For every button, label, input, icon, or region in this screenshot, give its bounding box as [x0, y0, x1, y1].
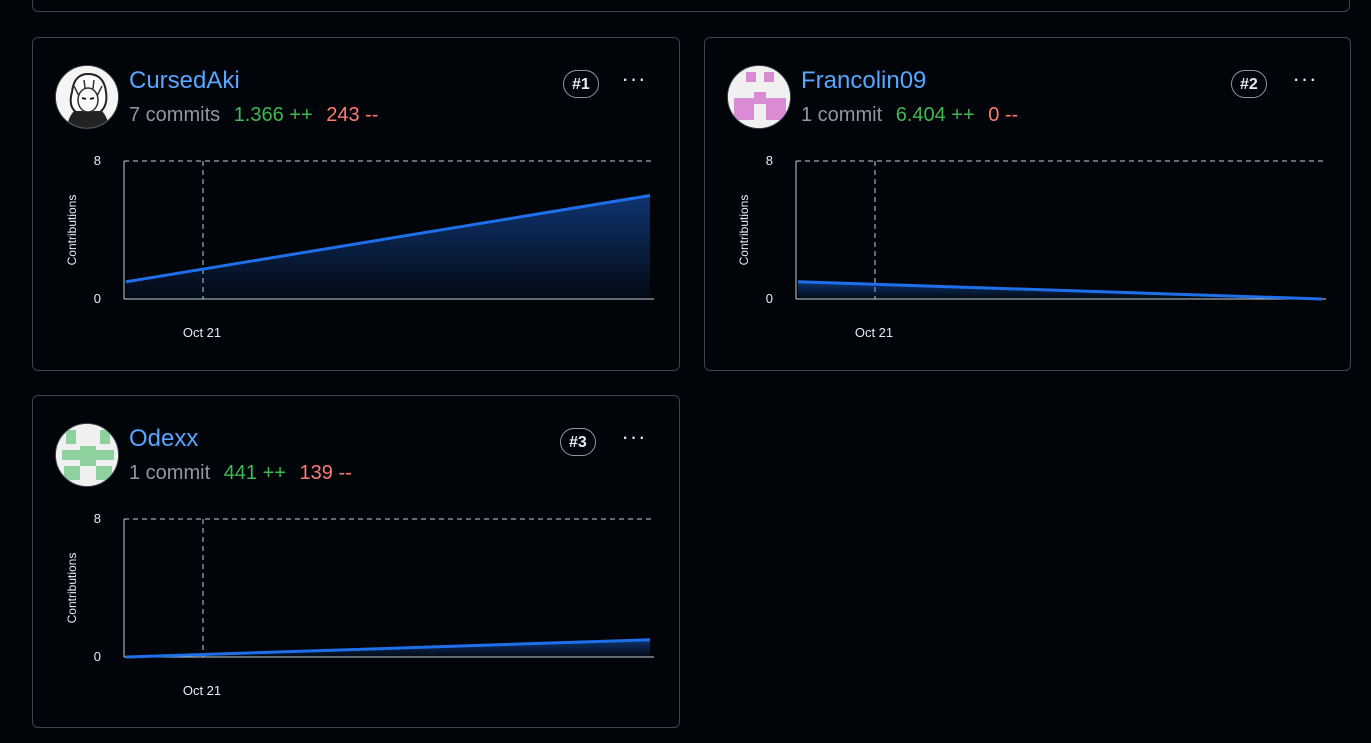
contributor-stats: 7 commits 1.366 ++ 243 --: [129, 104, 378, 127]
x-tick-label: Oct 21: [855, 325, 893, 340]
rank-badge: #1: [563, 70, 599, 98]
avatar[interactable]: [55, 65, 119, 129]
commit-count[interactable]: 7 commits: [129, 104, 220, 126]
rank-badge: #3: [560, 428, 596, 456]
contributor-username[interactable]: CursedAki: [129, 67, 240, 95]
contributor-username[interactable]: Francolin09: [801, 67, 926, 95]
series-area: [126, 195, 650, 299]
additions-count: 1.366 ++: [233, 104, 313, 126]
deletions-count: 243 --: [326, 104, 379, 126]
y-tick-label: 8: [766, 153, 773, 168]
previous-card-edge: [32, 0, 1350, 12]
contributor-username[interactable]: Odexx: [129, 425, 198, 453]
commit-count[interactable]: 1 commit: [801, 104, 882, 126]
y-tick-label: 0: [94, 649, 101, 664]
contributor-stats: 1 commit 6.404 ++ 0 --: [801, 104, 1018, 127]
contributor-card: Francolin09 1 commit 6.404 ++ 0 -- #2 ··…: [704, 37, 1351, 371]
avatar[interactable]: [727, 65, 791, 129]
contributions-chart: 0 8 Oct 21 Contributions: [65, 511, 654, 698]
y-axis-label: Contributions: [65, 553, 79, 624]
contributions-chart: 0 8 Oct 21 Contributions: [65, 153, 654, 340]
y-tick-label: 8: [94, 511, 101, 526]
deletions-count: 0 --: [988, 104, 1019, 126]
rank-badge: #2: [1231, 70, 1267, 98]
more-options-icon[interactable]: ···: [618, 68, 650, 94]
commit-count[interactable]: 1 commit: [129, 462, 210, 484]
x-tick-label: Oct 21: [183, 683, 221, 698]
contributions-chart: 0 8 Oct 21 Contributions: [737, 153, 1326, 340]
contributor-card: Odexx 1 commit 441 ++ 139 -- #3 ··· 0 8 Oc…: [32, 395, 680, 728]
x-tick-label: Oct 21: [183, 325, 221, 340]
more-options-icon[interactable]: ···: [618, 426, 650, 452]
additions-count: 441 ++: [223, 462, 286, 484]
y-axis-label: Contributions: [65, 195, 79, 266]
deletions-count: 139 --: [299, 462, 352, 484]
additions-count: 6.404 ++: [895, 104, 975, 126]
y-axis-label: Contributions: [737, 195, 751, 266]
contributor-stats: 1 commit 441 ++ 139 --: [129, 462, 352, 485]
contributor-card: CursedAki 7 commits 1.366 ++ 243 -- #1 ·…: [32, 37, 680, 371]
avatar[interactable]: [55, 423, 119, 487]
y-tick-label: 0: [766, 291, 773, 306]
more-options-icon[interactable]: ···: [1289, 68, 1321, 94]
y-tick-label: 8: [94, 153, 101, 168]
y-tick-label: 0: [94, 291, 101, 306]
